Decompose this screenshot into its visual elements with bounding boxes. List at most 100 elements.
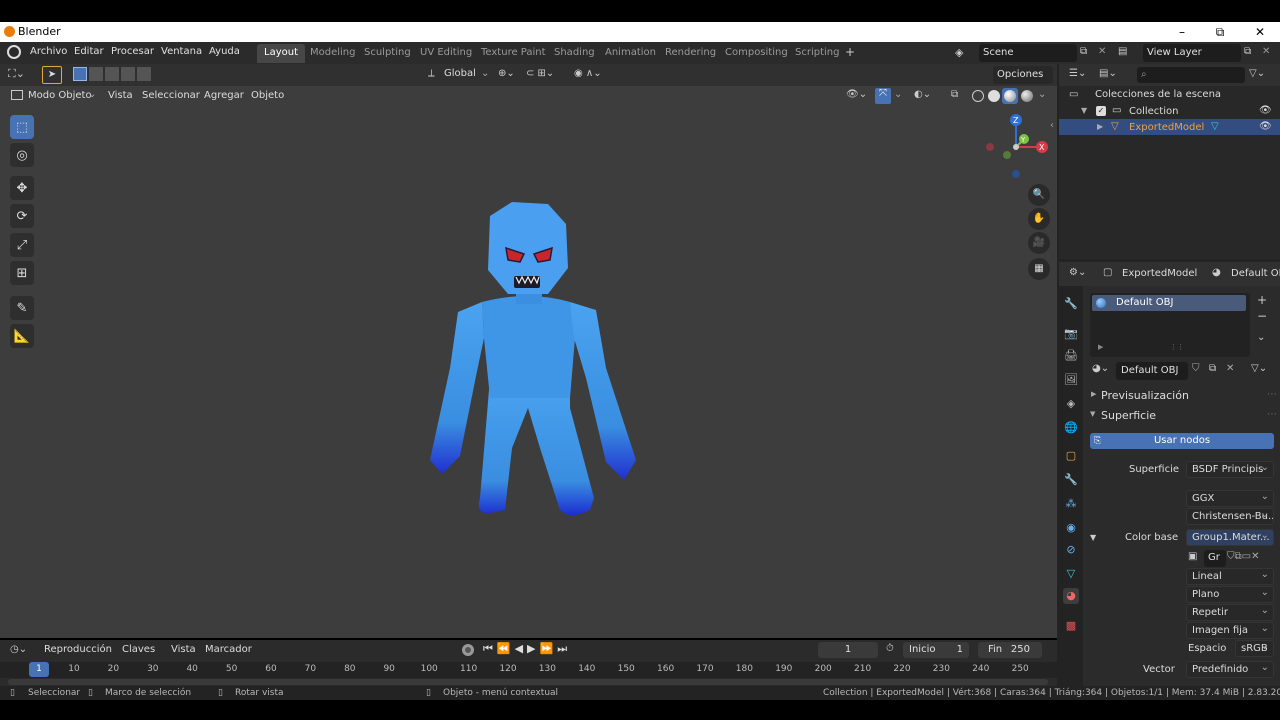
collapse-arrow-icon[interactable]: ▶ xyxy=(1091,390,1096,398)
timeline-menu-marcador[interactable]: Marcador xyxy=(205,644,252,655)
scene-tab-icon[interactable]: ◈ xyxy=(1063,396,1079,412)
link-icon[interactable]: ▽⌄ xyxy=(1251,363,1267,374)
select-tool-icon[interactable]: ➤ xyxy=(42,66,62,84)
distribution-dropdown[interactable]: GGX xyxy=(1186,490,1274,507)
material-slot-row[interactable]: Default OBJ xyxy=(1092,295,1246,311)
material-tab-icon[interactable]: ◕ xyxy=(1063,588,1079,604)
expand-arrow-icon[interactable]: ▶ xyxy=(1097,122,1103,131)
object-tab-icon[interactable]: ▢ xyxy=(1063,448,1079,464)
image-name-field[interactable]: Gr xyxy=(1204,550,1226,567)
playback-controls[interactable]: ⏮⏪◀▶⏩⏭ xyxy=(483,642,571,656)
add-slot-icon[interactable]: + xyxy=(1257,293,1267,307)
expand-arrow-icon[interactable]: ▼ xyxy=(1081,106,1087,115)
outliner-item-exportedmodel[interactable]: ExportedModel xyxy=(1129,122,1204,133)
cursor-tool[interactable]: ◎ xyxy=(10,143,34,167)
browse-material-icon[interactable]: ◕⌄ xyxy=(1092,363,1109,374)
surface-shader-dropdown[interactable]: BSDF Principis xyxy=(1186,461,1274,478)
properties-editor-icon[interactable]: ⚙⌄ xyxy=(1069,267,1086,278)
expand-arrow-icon[interactable]: ▼ xyxy=(1090,410,1095,418)
data-tab-icon[interactable]: ▽ xyxy=(1063,566,1079,582)
scale-tool[interactable]: ⤢ xyxy=(10,233,34,257)
clock-icon[interactable]: ⏱ xyxy=(886,643,894,654)
base-color-link[interactable]: Group1.Mater... xyxy=(1186,529,1274,546)
mode-dropdown[interactable]: Modo Objeto xyxy=(28,90,92,101)
menu-procesar[interactable]: Procesar xyxy=(111,46,154,57)
select-invert-icon[interactable] xyxy=(121,67,135,81)
tab-layout[interactable]: Layout xyxy=(257,44,305,63)
camera-view-icon[interactable]: 🎥 xyxy=(1028,232,1050,254)
close-button[interactable]: ✕ xyxy=(1248,23,1272,41)
viewport-menu-seleccionar[interactable]: Seleccionar xyxy=(142,90,200,101)
rotate-tool[interactable]: ⟳ xyxy=(10,204,34,228)
use-nodes-button[interactable]: ⎘ Usar nodos xyxy=(1090,433,1274,449)
remove-slot-icon[interactable]: − xyxy=(1257,309,1267,323)
select-new-icon[interactable] xyxy=(73,67,87,81)
tab-animation[interactable]: Animation xyxy=(598,44,663,63)
render-tab-icon[interactable]: 📷 xyxy=(1063,326,1079,342)
timeline-scrollbar[interactable] xyxy=(8,679,1048,685)
material-preview-icon[interactable] xyxy=(1002,88,1018,104)
texture-tab-icon[interactable]: ▩ xyxy=(1063,618,1079,634)
rendered-shading-icon[interactable] xyxy=(1021,90,1033,102)
add-workspace-button[interactable]: + xyxy=(838,44,862,63)
menu-editar[interactable]: Editar xyxy=(74,46,104,57)
duplicate-icon[interactable]: ⧉ xyxy=(1209,363,1216,374)
tab-sculpting[interactable]: Sculpting xyxy=(357,44,418,63)
outliner-editor-icon[interactable]: ☰⌄ xyxy=(1069,68,1086,79)
physics-tab-icon[interactable]: ◉ xyxy=(1063,520,1079,536)
move-tool[interactable]: ✥ xyxy=(10,176,34,200)
end-frame-field[interactable]: Fin 250 xyxy=(978,642,1042,658)
mesh-data-icon[interactable]: ▽ xyxy=(1211,121,1219,132)
gizmo-neg-z[interactable] xyxy=(1012,170,1020,178)
image-actions-icon[interactable]: ⛉⧉▭✕ xyxy=(1227,551,1259,562)
extension-dropdown[interactable]: Repetir xyxy=(1186,604,1274,621)
tab-compositing[interactable]: Compositing xyxy=(718,44,795,63)
tool-tab-icon[interactable]: 🔧 xyxy=(1063,296,1079,312)
sidebar-toggle-icon[interactable]: ‹ xyxy=(1050,120,1054,131)
tab-modeling[interactable]: Modeling xyxy=(303,44,363,63)
constraints-tab-icon[interactable]: ⊘ xyxy=(1063,542,1079,558)
drag-grip-icon[interactable]: ⋯ xyxy=(1267,409,1277,420)
tab-texture-paint[interactable]: Texture Paint xyxy=(474,44,553,63)
outliner-search-input[interactable]: ⌕ xyxy=(1137,67,1245,83)
annotate-tool[interactable]: ✎ xyxy=(10,296,34,320)
perspective-grid-icon[interactable]: ▦ xyxy=(1028,258,1050,280)
outliner-root[interactable]: Colecciones de la escena xyxy=(1095,89,1221,100)
select-intersect-icon[interactable] xyxy=(137,67,151,81)
panel-surface[interactable]: Superficie xyxy=(1101,409,1156,422)
tab-shading[interactable]: Shading xyxy=(547,44,602,63)
eye-icon[interactable]: 👁 xyxy=(1259,105,1272,116)
record-icon[interactable] xyxy=(462,644,474,656)
tab-rendering[interactable]: Rendering xyxy=(658,44,723,63)
view-layer-field[interactable]: View Layer xyxy=(1143,44,1241,62)
minimize-button[interactable]: – xyxy=(1170,23,1194,41)
view-layer-icon[interactable]: ▤ xyxy=(1118,46,1127,57)
new-view-layer-icon[interactable]: ⧉ xyxy=(1244,46,1251,57)
menu-ventana[interactable]: Ventana xyxy=(161,46,202,57)
material-name-field[interactable]: Default OBJ xyxy=(1116,362,1188,380)
fake-user-icon[interactable]: ⛉ xyxy=(1192,363,1200,374)
scene-name-field[interactable]: Scene xyxy=(979,44,1077,62)
view-layer-tab-icon[interactable]: 🖼 xyxy=(1063,372,1079,388)
outliner-item-collection[interactable]: Collection xyxy=(1129,106,1178,117)
viewport-menu-agregar[interactable]: Agregar xyxy=(204,90,244,101)
snap-icon[interactable]: ⊂ ⊞⌄ xyxy=(526,68,554,79)
menu-archivo[interactable]: Archivo xyxy=(30,46,67,57)
solid-shading-icon[interactable] xyxy=(988,90,1000,102)
display-mode-icon[interactable]: ▤⌄ xyxy=(1099,68,1117,79)
unlink-icon[interactable]: ✕ xyxy=(1226,363,1234,374)
world-tab-icon[interactable]: 🌐 xyxy=(1063,420,1079,436)
tab-uv-editing[interactable]: UV Editing xyxy=(413,44,479,63)
image-browse-icon[interactable]: ▣ xyxy=(1188,551,1197,562)
timeline-menu-vista[interactable]: Vista xyxy=(171,644,196,655)
filter-icon[interactable]: ▽⌄ xyxy=(1249,68,1265,79)
maximize-button[interactable]: ⧉ xyxy=(1208,23,1232,41)
transform-tool[interactable]: ⊞ xyxy=(10,261,34,285)
gizmo-neg-x[interactable] xyxy=(986,143,994,151)
collection-checkbox[interactable]: ✓ xyxy=(1096,106,1106,116)
delete-view-layer-icon[interactable]: ✕ xyxy=(1262,46,1270,57)
select-subtract-icon[interactable] xyxy=(105,67,119,81)
expand-arrow-icon[interactable]: ▼ xyxy=(1090,533,1096,542)
editor-type-icon[interactable]: ⛶⌄ xyxy=(8,67,25,81)
scene-icon[interactable]: ◈ xyxy=(955,46,963,59)
